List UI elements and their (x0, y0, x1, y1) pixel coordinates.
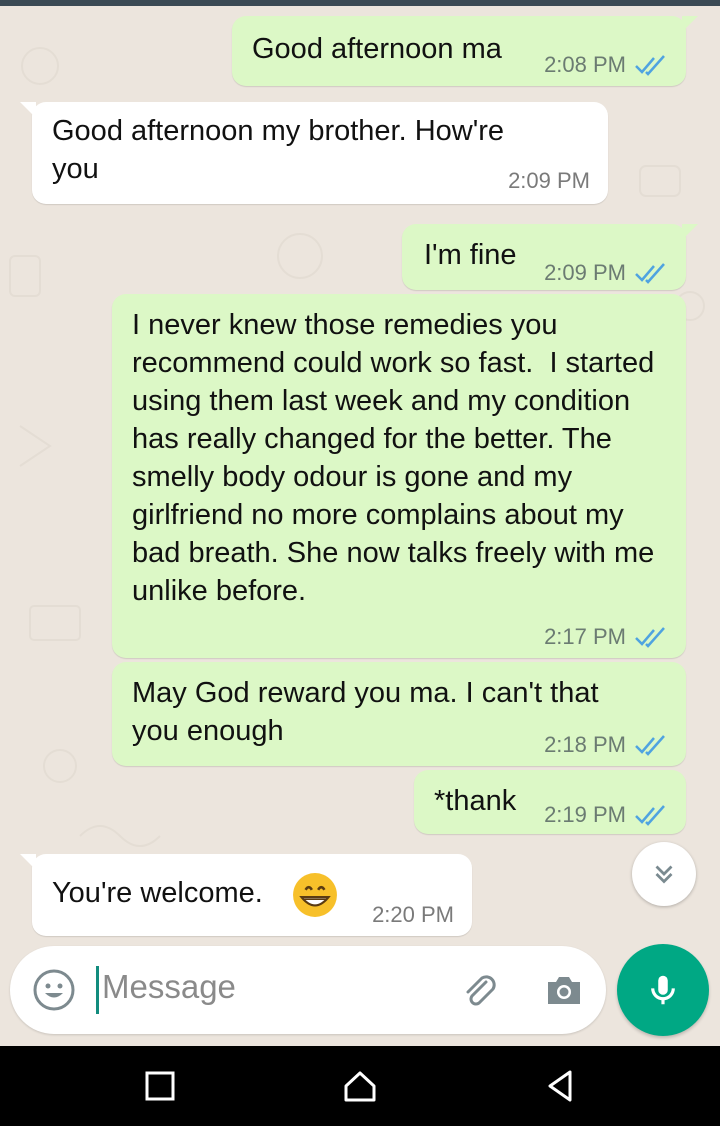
message-time: 2:08 PM (544, 52, 626, 77)
message-text: Good afternoon ma (252, 33, 502, 65)
read-ticks-icon (635, 55, 665, 76)
message-meta: 2:09 PM (508, 168, 590, 194)
read-ticks-icon (635, 735, 665, 756)
microphone-icon (651, 975, 675, 1005)
message-time: 2:19 PM (544, 802, 626, 827)
smiley-icon[interactable] (32, 968, 76, 1012)
system-nav-bar (0, 1046, 720, 1126)
read-ticks-icon (635, 805, 665, 826)
message-time: 2:09 PM (508, 168, 590, 193)
message-meta: 2:09 PM (544, 260, 668, 286)
read-ticks-icon (635, 627, 665, 648)
home-icon[interactable] (342, 1068, 378, 1104)
message-incoming[interactable]: You're welcome. 2:20 PM (20, 854, 472, 936)
grinning-face-icon (293, 873, 337, 917)
back-icon[interactable] (542, 1068, 578, 1104)
message-incoming[interactable]: Good afternoon my brother. How're you 2:… (20, 102, 608, 204)
text-cursor (96, 966, 99, 1014)
message-outgoing[interactable]: *thank 2:19 PM (414, 770, 686, 834)
message-time: 2:20 PM (372, 902, 454, 927)
message-meta: 2:20 PM (372, 902, 454, 928)
paperclip-icon[interactable] (456, 968, 500, 1012)
message-meta: 2:17 PM (544, 624, 668, 650)
message-meta: 2:19 PM (544, 802, 668, 828)
chat-area[interactable]: Good afternoon ma 2:08 PM Good afternoon… (0, 6, 720, 946)
message-input[interactable]: Message (102, 968, 236, 1006)
message-text: You're welcome. (52, 877, 263, 909)
message-time: 2:18 PM (544, 732, 626, 757)
microphone-button[interactable] (617, 944, 709, 1036)
message-composer[interactable]: Message (10, 946, 606, 1034)
message-outgoing[interactable]: I never knew those remedies you recommen… (112, 294, 686, 658)
message-outgoing[interactable]: I'm fine 2:09 PM (402, 224, 698, 290)
double-chevron-down-icon (655, 865, 673, 884)
read-ticks-icon (635, 263, 665, 284)
message-time: 2:09 PM (544, 260, 626, 285)
message-text: I never knew those remedies you recommen… (132, 309, 663, 607)
message-text: *thank (434, 785, 517, 817)
message-meta: 2:18 PM (544, 732, 668, 758)
scroll-to-bottom-button[interactable] (632, 842, 696, 906)
camera-icon[interactable] (542, 968, 586, 1012)
message-outgoing[interactable]: May God reward you ma. I can't that you … (112, 662, 686, 766)
recents-square-icon[interactable] (142, 1068, 178, 1104)
message-meta: 2:08 PM (544, 52, 668, 78)
message-outgoing[interactable]: Good afternoon ma 2:08 PM (232, 16, 698, 86)
message-time: 2:17 PM (544, 624, 626, 649)
message-text: Good afternoon my brother. How're you (52, 115, 513, 185)
message-text: I'm fine (424, 239, 517, 271)
